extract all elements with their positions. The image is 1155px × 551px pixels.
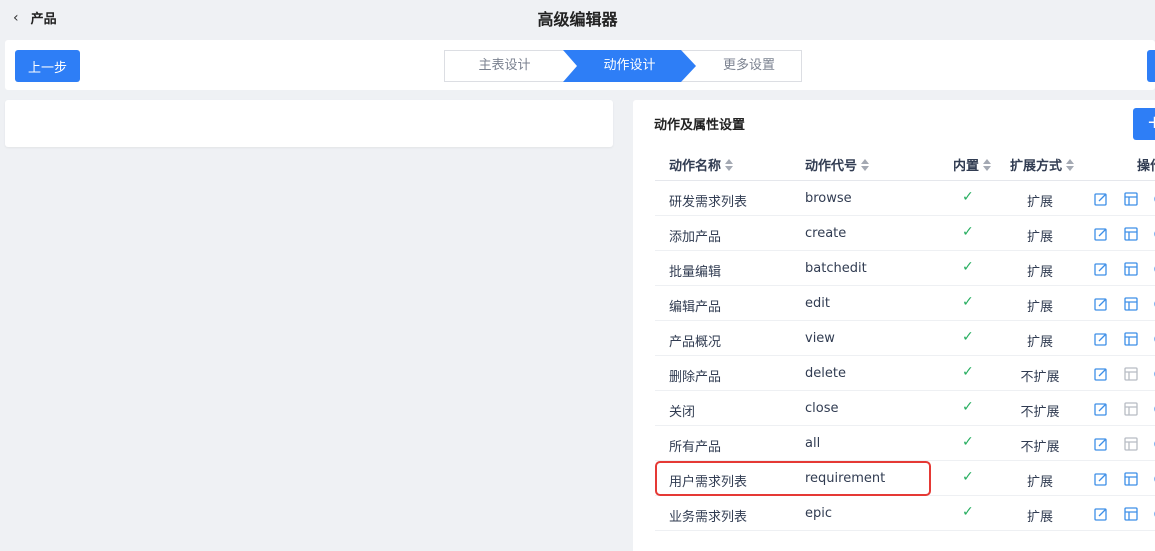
table-row: 业务需求列表 epic ✓ 扩展 xyxy=(655,496,1155,531)
edit-icon[interactable] xyxy=(1094,402,1108,420)
layout-icon[interactable] xyxy=(1124,507,1138,525)
page-title: 高级编辑器 xyxy=(537,10,618,29)
panel-title: 动作及属性设置 xyxy=(654,118,746,133)
edit-icon[interactable] xyxy=(1094,332,1108,350)
extension-mode: 不扩展 xyxy=(1020,370,1060,385)
step-indicator: 主表设计 动作设计 更多设置 xyxy=(444,50,802,82)
header-label: 操作 xyxy=(1137,159,1155,174)
extension-mode: 扩展 xyxy=(1026,230,1053,245)
action-code: browse xyxy=(805,191,852,206)
header-label: 动作名称 xyxy=(669,159,722,174)
action-code: delete xyxy=(805,366,846,381)
table-row: 删除产品 delete ✓ 不扩展 xyxy=(655,356,1155,391)
table-header: 动作名称 动作代号 内置 扩展方式 操作 xyxy=(655,146,1155,181)
step-label: 主表设计 xyxy=(478,58,531,73)
check-icon: ✓ xyxy=(962,434,974,450)
action-name: 编辑产品 xyxy=(669,300,722,315)
action-name: 业务需求列表 xyxy=(669,510,748,525)
table-row: 研发需求列表 browse ✓ 扩展 xyxy=(655,181,1155,216)
column-header-extension[interactable]: 扩展方式 xyxy=(1010,155,1075,174)
extension-mode: 扩展 xyxy=(1026,195,1053,210)
table-row: 批量编辑 batchedit ✓ 扩展 xyxy=(655,251,1155,286)
tab-action-design[interactable]: 动作设计 xyxy=(563,50,696,82)
check-icon: ✓ xyxy=(962,469,974,485)
check-icon: ✓ xyxy=(962,294,974,310)
tab-main-table-design[interactable]: 主表设计 xyxy=(445,51,564,81)
edit-icon[interactable] xyxy=(1094,262,1108,280)
action-name: 所有产品 xyxy=(669,440,722,455)
layout-icon[interactable] xyxy=(1124,367,1138,385)
layout-icon[interactable] xyxy=(1124,297,1138,315)
extension-mode: 扩展 xyxy=(1026,300,1053,315)
highlight-box xyxy=(655,461,931,496)
action-name: 研发需求列表 xyxy=(669,195,748,210)
top-bar: ‹ 产品 高级编辑器 xyxy=(0,0,1155,36)
table-row: 添加产品 create ✓ 扩展 xyxy=(655,216,1155,251)
action-name: 删除产品 xyxy=(669,370,722,385)
edit-icon[interactable] xyxy=(1094,437,1108,455)
edit-icon[interactable] xyxy=(1094,227,1108,245)
check-icon: ✓ xyxy=(962,329,974,345)
step-toolbar: 上一步 主表设计 动作设计 更多设置 xyxy=(5,40,1155,90)
table-row: 编辑产品 edit ✓ 扩展 xyxy=(655,286,1155,321)
header-label: 扩展方式 xyxy=(1010,159,1063,174)
action-name: 批量编辑 xyxy=(669,265,722,280)
header-label: 内置 xyxy=(953,159,980,174)
extension-mode: 扩展 xyxy=(1026,510,1053,525)
column-header-builtin[interactable]: 内置 xyxy=(953,155,992,174)
prev-step-button[interactable]: 上一步 xyxy=(15,50,80,82)
action-code: close xyxy=(805,401,839,416)
sort-icon xyxy=(1066,158,1075,171)
layout-icon[interactable] xyxy=(1124,332,1138,350)
column-header-code[interactable]: 动作代号 xyxy=(805,155,870,174)
check-icon: ✓ xyxy=(962,224,974,240)
extension-mode: 扩展 xyxy=(1026,335,1053,350)
extension-mode: 扩展 xyxy=(1026,475,1053,490)
action-code: view xyxy=(805,331,835,346)
tab-more-settings[interactable]: 更多设置 xyxy=(696,51,802,81)
action-code: edit xyxy=(805,296,830,311)
extension-mode: 不扩展 xyxy=(1020,440,1060,455)
check-icon: ✓ xyxy=(962,259,974,275)
left-panel xyxy=(5,100,613,147)
edit-icon[interactable] xyxy=(1094,297,1108,315)
layout-icon[interactable] xyxy=(1124,402,1138,420)
check-icon: ✓ xyxy=(962,399,974,415)
layout-icon[interactable] xyxy=(1124,472,1138,490)
next-step-button[interactable] xyxy=(1147,50,1155,82)
column-header-name[interactable]: 动作名称 xyxy=(669,155,734,174)
column-header-actions: 操作 xyxy=(1137,155,1155,174)
header-label: 动作代号 xyxy=(805,159,858,174)
action-code: batchedit xyxy=(805,261,867,276)
layout-icon[interactable] xyxy=(1124,227,1138,245)
action-code: create xyxy=(805,226,847,241)
table-row: 所有产品 all ✓ 不扩展 xyxy=(655,426,1155,461)
step-label: 动作设计 xyxy=(603,58,656,73)
edit-icon[interactable] xyxy=(1094,192,1108,210)
action-name: 产品概况 xyxy=(669,335,722,350)
action-name: 添加产品 xyxy=(669,230,722,245)
action-code: epic xyxy=(805,506,833,521)
table-row: 关闭 close ✓ 不扩展 xyxy=(655,391,1155,426)
action-name: 关闭 xyxy=(669,405,696,420)
layout-icon[interactable] xyxy=(1124,192,1138,210)
table-row: 产品概况 view ✓ 扩展 xyxy=(655,321,1155,356)
edit-icon[interactable] xyxy=(1094,507,1108,525)
step-label: 更多设置 xyxy=(722,58,775,73)
sort-icon xyxy=(861,158,870,171)
check-icon: ✓ xyxy=(962,504,974,520)
check-icon: ✓ xyxy=(962,189,974,205)
sort-icon xyxy=(725,158,734,171)
action-code: all xyxy=(805,436,821,451)
edit-icon[interactable] xyxy=(1094,472,1108,490)
sort-icon xyxy=(983,158,992,171)
check-icon: ✓ xyxy=(962,364,974,380)
layout-icon[interactable] xyxy=(1124,262,1138,280)
extension-mode: 扩展 xyxy=(1026,265,1053,280)
add-action-button[interactable]: + xyxy=(1133,108,1155,140)
edit-icon[interactable] xyxy=(1094,367,1108,385)
extension-mode: 不扩展 xyxy=(1020,405,1060,420)
layout-icon[interactable] xyxy=(1124,437,1138,455)
